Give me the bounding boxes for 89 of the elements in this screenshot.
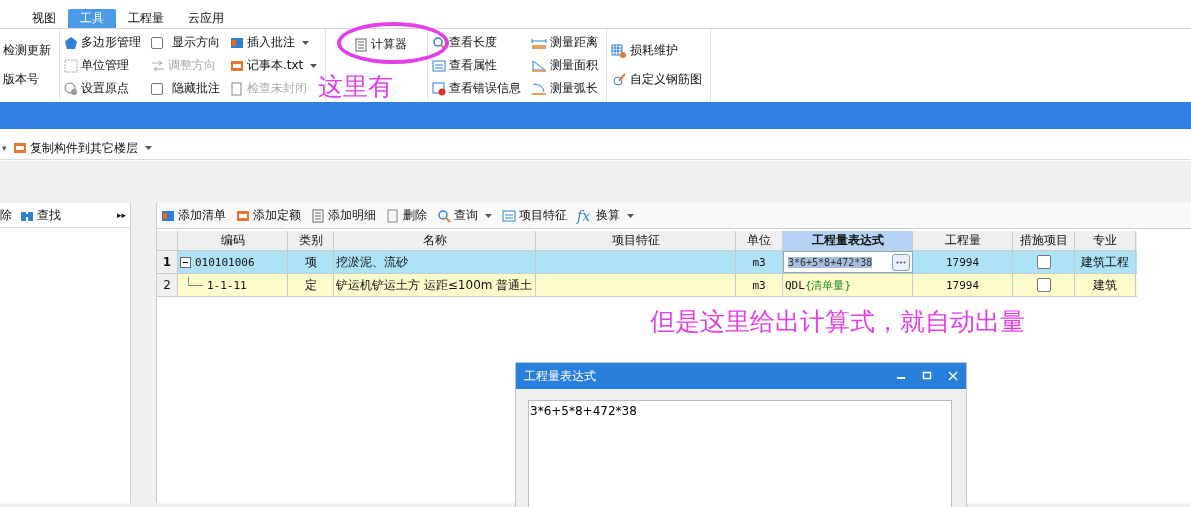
list-add-icon <box>236 208 250 223</box>
toolbar-button[interactable]: 查询 <box>437 205 492 226</box>
list-add-icon <box>161 208 175 223</box>
ribbon-button[interactable]: 版本号 <box>3 69 51 90</box>
pentagon-icon <box>64 35 78 50</box>
row-number: 2 <box>157 274 178 296</box>
area-icon <box>531 58 548 73</box>
expand-button[interactable]: ▸▸ <box>116 205 130 225</box>
ribbon-button[interactable]: 测量弧长 <box>531 78 599 99</box>
ribbon-button[interactable]: 查看属性 <box>432 55 522 76</box>
ribbon-button[interactable]: 计算器 <box>354 34 408 55</box>
checkbox-label: 隐藏批注 <box>172 80 220 97</box>
ribbon-button[interactable]: 多边形管理 <box>64 32 141 53</box>
table-cell: 建筑 <box>1075 274 1136 296</box>
checkbox-option[interactable]: 隐藏批注 <box>151 78 220 99</box>
ribbon-button[interactable]: 单位管理 <box>64 55 141 76</box>
row-number: 1 <box>157 251 178 273</box>
checkbox[interactable] <box>151 36 163 49</box>
annotation-text: 这里有 <box>318 71 393 103</box>
table-cell: 挖淤泥、流砂 <box>334 251 536 273</box>
pen-icon <box>611 71 628 88</box>
ribbon-button[interactable]: 测量距离 <box>531 32 599 53</box>
list-icon <box>311 208 325 223</box>
ribbon-button[interactable]: 查看长度 <box>432 32 522 53</box>
toolbar-button[interactable]: 项目特征 <box>502 205 567 226</box>
toolbar-button[interactable]: 添加清单 <box>161 205 226 226</box>
selected-text: 3*6+5*8+472*38 <box>788 256 873 268</box>
code-text: 1-1-11 <box>207 278 247 292</box>
table-cell: 铲运机铲运土方 运距≤100m 普通土 <box>334 274 536 296</box>
function-icon: fx <box>577 207 591 224</box>
ribbon-tab[interactable]: 视图 <box>20 9 68 28</box>
ribbon-button[interactable]: 插入批注 <box>230 32 318 53</box>
toolbar-button[interactable]: fx 换算 <box>577 205 635 226</box>
collapse-icon[interactable] <box>180 256 191 268</box>
ribbon-button[interactable]: 记事本.txt <box>230 55 318 76</box>
arrows-icon <box>151 58 165 73</box>
checkbox-option[interactable]: 显示方向 <box>151 32 220 53</box>
code-text: 010101006 <box>195 255 255 269</box>
table-icon <box>611 42 628 59</box>
ribbon-button[interactable]: 查看错误信息 <box>432 78 522 99</box>
region-icon <box>230 81 244 96</box>
table-cell: 项 <box>288 251 334 273</box>
ribbon-tab[interactable]: 云应用 <box>176 9 236 28</box>
error-icon <box>432 81 447 96</box>
table-row[interactable]: 1 010101006 项 挖淤泥、流砂 m3 3*6+5*8+472*38 17994 建筑工程 <box>157 251 1137 274</box>
gear-icon <box>64 81 78 96</box>
dialog-title: 工程量表达式 <box>524 367 596 385</box>
more-button[interactable] <box>892 253 910 271</box>
table-cell: 17994 <box>913 274 1013 296</box>
properties-icon <box>502 208 516 223</box>
caret-icon[interactable]: ▾ <box>2 143 7 153</box>
toolbar-button[interactable]: 删除 <box>386 205 427 226</box>
toolbar-button[interactable]: 添加明细 <box>311 205 376 226</box>
properties-icon <box>432 58 447 73</box>
notepad-icon <box>230 58 244 73</box>
delete-button[interactable]: 除 <box>0 205 12 225</box>
expression-text: QDL{清单量} <box>785 277 852 293</box>
toolbar-button[interactable]: 添加定额 <box>236 205 301 226</box>
close-button[interactable] <box>948 369 958 383</box>
tree-line <box>188 276 203 286</box>
table-row[interactable]: 2 1-1-11 定 铲运机铲运土方 运距≤100m 普通土 m3 QDL{清单量} 17994 建筑 <box>157 274 1137 297</box>
expression-field[interactable]: 3*6+5*8+472*38 <box>528 400 952 507</box>
arc-icon <box>531 81 548 96</box>
table-cell: 17994 <box>913 251 1013 273</box>
ribbon-button[interactable]: 测量面积 <box>531 55 599 76</box>
ribbon-button[interactable]: 设置原点 <box>64 78 141 99</box>
checkbox[interactable] <box>1036 278 1051 292</box>
checkbox[interactable] <box>1036 255 1051 269</box>
magnifier-icon <box>437 208 451 223</box>
expression-input[interactable]: 3*6+5*8+472*38 <box>783 251 913 273</box>
ribbon-tab[interactable]: 工程量 <box>116 9 176 28</box>
ellipsis-icon <box>896 260 906 264</box>
ribbon-button[interactable]: 自定义钢筋图 <box>611 69 703 90</box>
window-icon <box>12 141 27 155</box>
checkbox-label: 显示方向 <box>172 34 220 51</box>
annotation-text: 但是这里给出计算式，就自动出量 <box>650 306 1025 338</box>
comment-icon <box>230 35 244 50</box>
table-cell: m3 <box>736 274 783 296</box>
column-header[interactable]: 工程量表达式 <box>783 231 913 250</box>
copy-button[interactable]: 复制构件到其它楼层 <box>12 138 152 158</box>
table-cell: 定 <box>288 274 334 296</box>
checkbox[interactable] <box>151 82 163 95</box>
ribbon-button[interactable]: 检测更新 <box>3 40 51 61</box>
ribbon-button[interactable]: 损耗维护 <box>611 40 703 61</box>
document-icon <box>386 208 400 223</box>
maximize-icon <box>922 371 932 381</box>
find-button[interactable]: 查找 <box>20 205 61 225</box>
close-icon <box>948 371 958 381</box>
table-cell: 建筑工程 <box>1075 251 1136 273</box>
